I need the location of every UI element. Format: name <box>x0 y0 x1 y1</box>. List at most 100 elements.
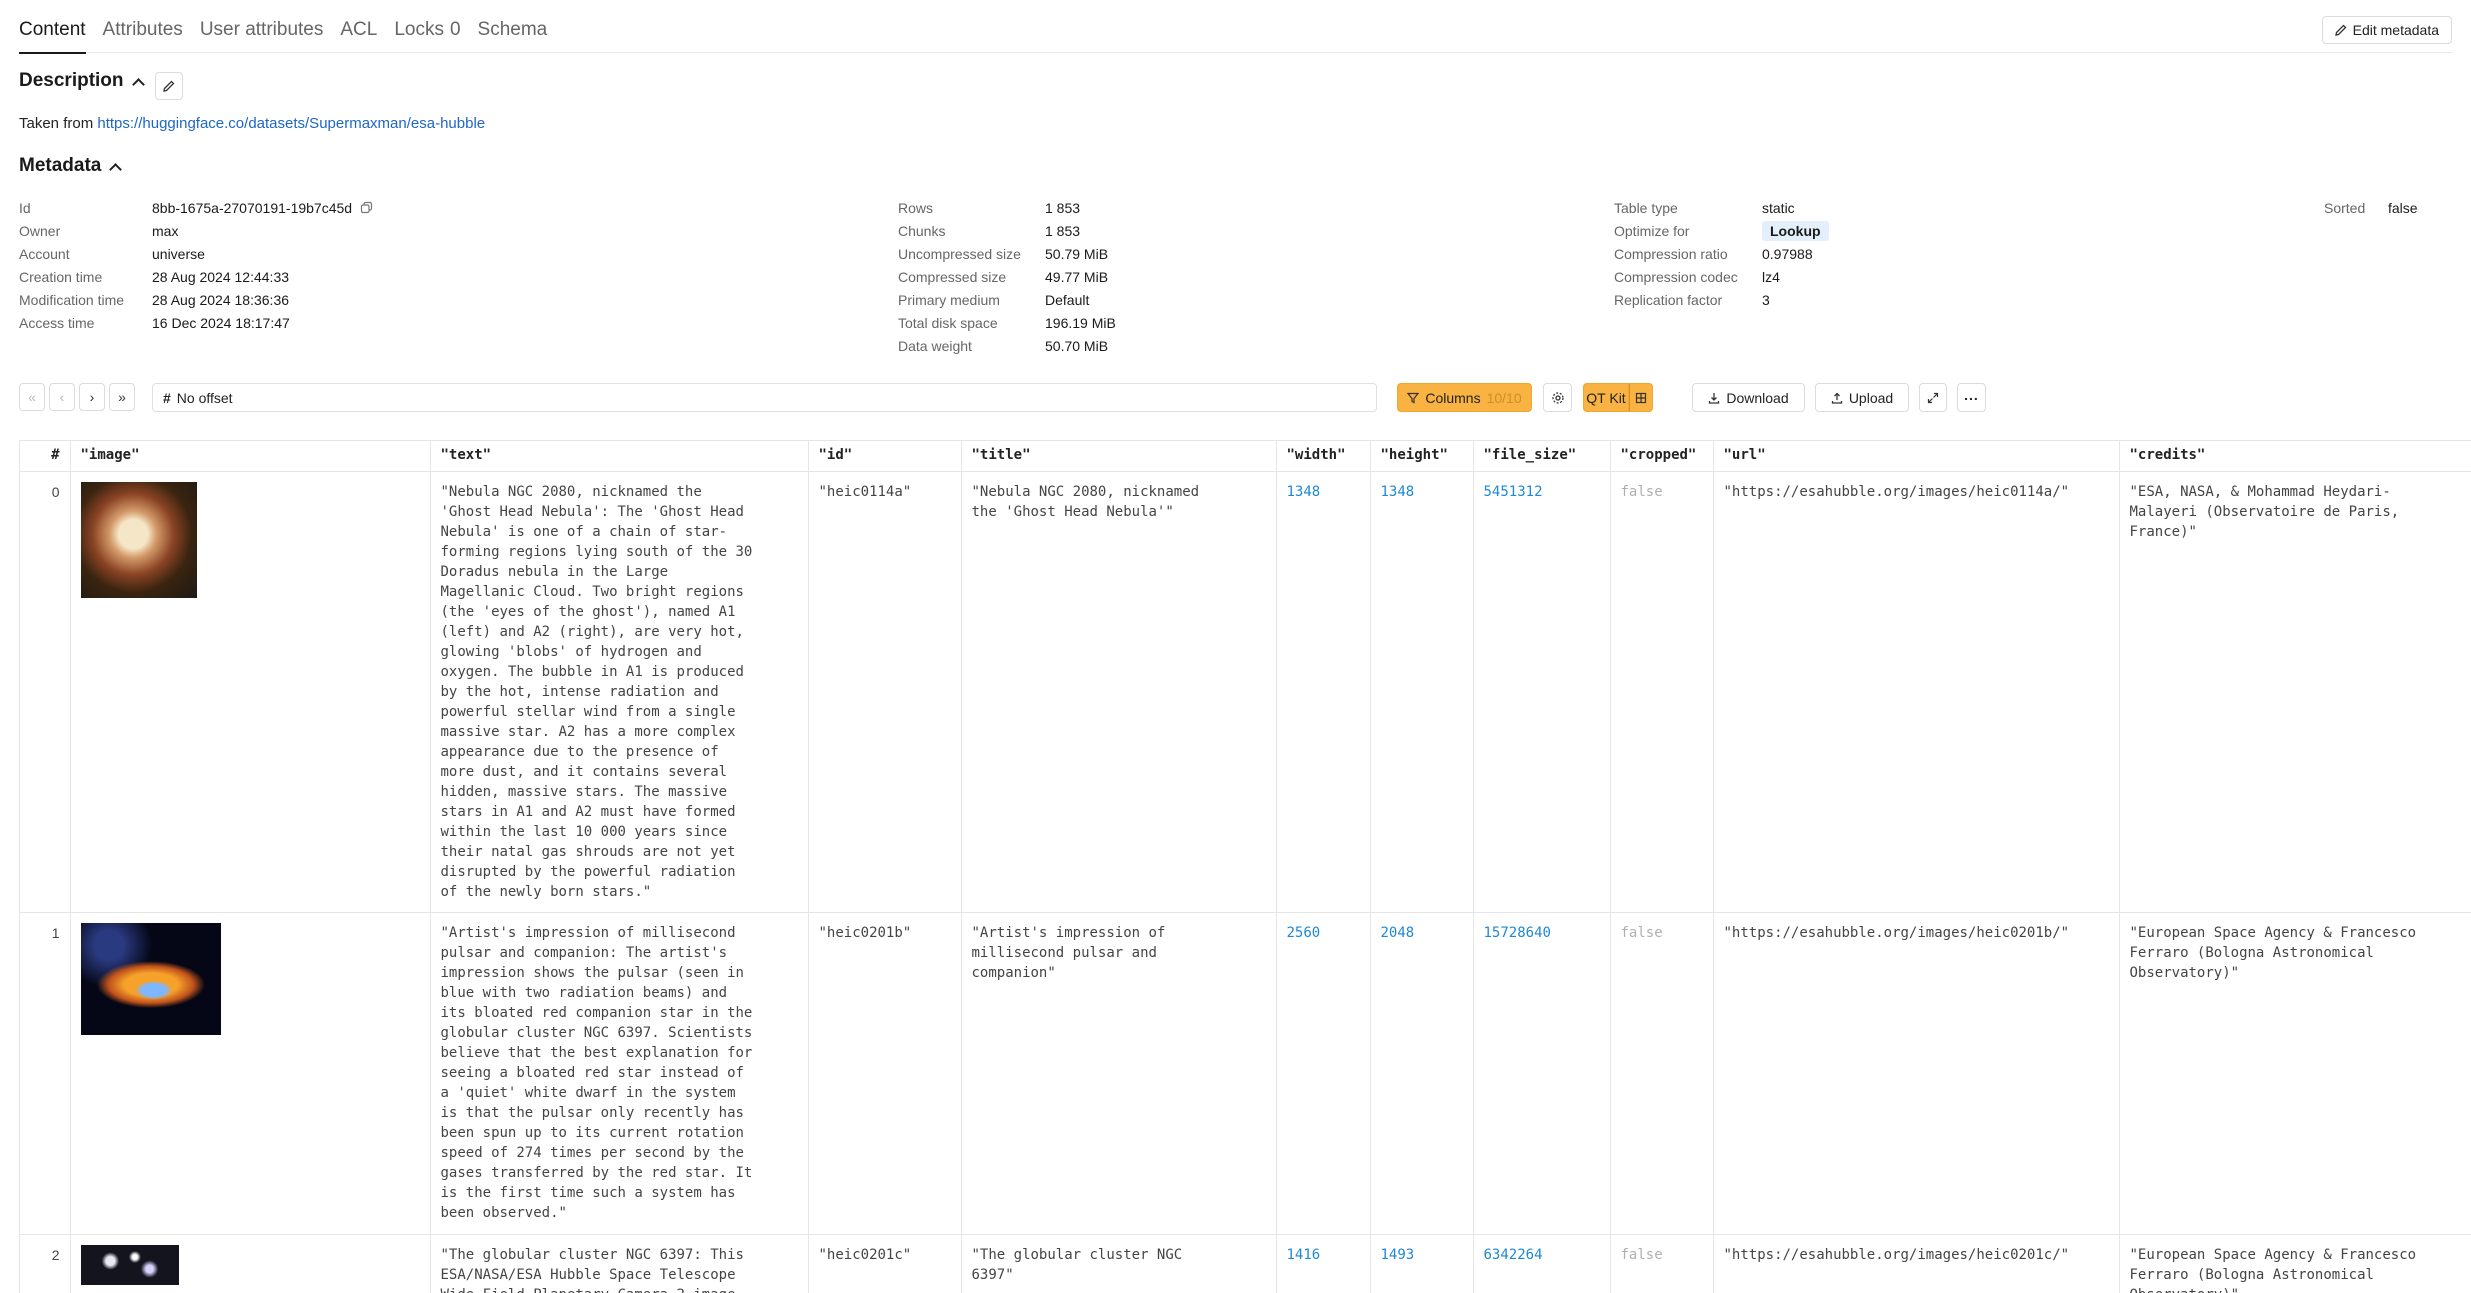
column-header-credits[interactable]: "credits" <box>2119 441 2471 472</box>
credits-cell[interactable]: "European Space Agency & Francesco Ferra… <box>2119 912 2471 1235</box>
file-size-cell[interactable]: 6342264 <box>1473 1234 1611 1293</box>
image-cell[interactable] <box>70 912 431 1235</box>
columns-button[interactable]: Columns 10/10 <box>1397 383 1532 412</box>
description-header[interactable]: Description <box>19 70 145 92</box>
column-header-height[interactable]: "height" <box>1370 441 1474 472</box>
cropped-cell[interactable]: false <box>1610 1234 1714 1293</box>
image-thumbnail[interactable] <box>80 1244 179 1285</box>
qt-kit-grid-button[interactable] <box>1629 383 1653 412</box>
qt-kit-button[interactable]: QT Kit <box>1583 383 1629 412</box>
more-button[interactable]: ... <box>1957 383 1986 412</box>
text-cell[interactable]: "Artist's impression of millisecond puls… <box>430 912 809 1235</box>
table-row[interactable]: 2 "The globular cluster NGC 6397: This E… <box>20 1234 2471 1293</box>
column-header-index: # <box>20 441 71 472</box>
settings-button[interactable] <box>1543 383 1572 412</box>
column-header-image[interactable]: "image" <box>70 441 431 472</box>
pencil-icon <box>2334 24 2347 36</box>
table-header-row: # "image" "text" "id" "title" "width" "h… <box>20 441 2471 472</box>
credits-cell[interactable]: "ESA, NASA, & Mohammad Heydari- Malayeri… <box>2119 471 2471 913</box>
row-index: 2 <box>20 1234 71 1293</box>
id-cell[interactable]: "heic0201b" <box>808 912 962 1235</box>
image-cell[interactable] <box>70 1234 431 1293</box>
fullscreen-button[interactable] <box>1919 383 1947 412</box>
copy-icon[interactable] <box>360 201 373 214</box>
column-header-text[interactable]: "text" <box>430 441 809 472</box>
edit-metadata-button[interactable]: Edit metadata <box>2321 16 2452 44</box>
width-cell[interactable]: 2560 <box>1276 912 1371 1235</box>
column-header-id[interactable]: "id" <box>808 441 962 472</box>
text-cell[interactable]: "Nebula NGC 2080, nicknamed the 'Ghost H… <box>430 471 809 913</box>
last-page-button[interactable]: » <box>109 383 135 411</box>
height-cell[interactable]: 2048 <box>1370 912 1474 1235</box>
upload-icon <box>1831 392 1842 404</box>
metadata-header[interactable]: Metadata <box>19 155 123 177</box>
chevron-up-icon <box>109 162 123 176</box>
column-header-cropped[interactable]: "cropped" <box>1610 441 1714 472</box>
next-page-button[interactable]: › <box>79 383 105 411</box>
file-size-cell[interactable]: 15728640 <box>1473 912 1611 1235</box>
id-cell[interactable]: "heic0114a" <box>808 471 962 913</box>
meta-value: static <box>1762 199 1795 216</box>
width-cell[interactable]: 1348 <box>1276 471 1371 913</box>
file-size-cell[interactable]: 5451312 <box>1473 471 1611 913</box>
title-cell[interactable]: "The globular cluster NGC 6397" <box>961 1234 1277 1293</box>
meta-key: Replication factor <box>1614 291 1723 308</box>
meta-key: Data weight <box>898 337 972 354</box>
cropped-cell[interactable]: false <box>1610 471 1714 913</box>
id-cell[interactable]: "heic0201c" <box>808 1234 962 1293</box>
meta-value: 49.77 MiB <box>1045 268 1109 285</box>
download-label: Download <box>1726 389 1789 406</box>
meta-key: Primary medium <box>898 291 1000 308</box>
upload-label: Upload <box>1848 389 1894 406</box>
data-table-container[interactable]: # "image" "text" "id" "title" "width" "h… <box>19 440 2471 1293</box>
tab-locks[interactable]: Locks 0 <box>394 16 460 52</box>
title-cell[interactable]: "Nebula NGC 2080, nicknamed the 'Ghost H… <box>961 471 1277 913</box>
tab-user-attributes[interactable]: User attributes <box>200 16 324 52</box>
row-index: 1 <box>20 912 71 1235</box>
meta-value: max <box>152 222 179 239</box>
columns-label: Columns <box>1425 389 1481 406</box>
column-header-title[interactable]: "title" <box>961 441 1277 472</box>
offset-placeholder: No offset <box>176 389 233 406</box>
tab-attributes[interactable]: Attributes <box>103 16 183 52</box>
image-thumbnail[interactable] <box>80 481 197 598</box>
meta-row-account: Account universe <box>19 242 373 265</box>
qt-kit-label: QT Kit <box>1586 389 1626 406</box>
metadata-column-size: Rows 1 853 Chunks 1 853 Uncompressed size 5… <box>898 196 1116 357</box>
pencil-icon <box>163 80 175 92</box>
credits-cell[interactable]: "European Space Agency & Francesco Ferra… <box>2119 1234 2471 1293</box>
height-cell[interactable]: 1348 <box>1370 471 1474 913</box>
meta-value: 1 853 <box>1045 222 1081 239</box>
width-cell[interactable]: 1416 <box>1276 1234 1371 1293</box>
height-cell[interactable]: 1493 <box>1370 1234 1474 1293</box>
tab-schema[interactable]: Schema <box>478 16 548 52</box>
text-cell[interactable]: "The globular cluster NGC 6397: This ESA… <box>430 1234 809 1293</box>
url-cell[interactable]: "https://esahubble.org/images/heic0201c/… <box>1713 1234 2120 1293</box>
url-cell[interactable]: "https://esahubble.org/images/heic0114a/… <box>1713 471 2120 913</box>
download-button[interactable]: Download <box>1692 383 1805 412</box>
tab-acl[interactable]: ACL <box>340 16 377 52</box>
table-row[interactable]: 0 "Nebula NGC 2080, nicknamed the 'Ghost… <box>20 471 2471 913</box>
meta-value: 8bb-1675a-27070191-19b7c45d <box>152 199 353 216</box>
column-header-width[interactable]: "width" <box>1276 441 1371 472</box>
description-link[interactable]: https://huggingface.co/datasets/Supermax… <box>97 115 485 132</box>
table-row[interactable]: 1 "Artist's impression of millisecond pu… <box>20 912 2471 1235</box>
url-cell[interactable]: "https://esahubble.org/images/heic0201b/… <box>1713 912 2120 1235</box>
image-thumbnail[interactable] <box>80 922 221 1035</box>
cropped-cell[interactable]: false <box>1610 912 1714 1235</box>
edit-description-button[interactable] <box>155 72 183 100</box>
upload-button[interactable]: Upload <box>1815 383 1909 412</box>
meta-key: Compressed size <box>898 268 1007 285</box>
title-cell[interactable]: "Artist's impression of millisecond puls… <box>961 912 1277 1235</box>
tab-content[interactable]: Content <box>19 16 86 54</box>
first-page-button[interactable]: « <box>19 383 45 411</box>
prev-page-button[interactable]: ‹ <box>49 383 75 411</box>
meta-value: 0.97988 <box>1762 245 1813 262</box>
column-header-url[interactable]: "url" <box>1713 441 2120 472</box>
meta-row-replication-factor: Replication factor 3 <box>1614 288 1829 311</box>
offset-input[interactable]: # No offset <box>152 383 1377 412</box>
column-header-file-size[interactable]: "file_size" <box>1473 441 1611 472</box>
meta-key: Access time <box>19 314 95 331</box>
image-cell[interactable] <box>70 471 431 913</box>
meta-value: universe <box>152 245 205 262</box>
